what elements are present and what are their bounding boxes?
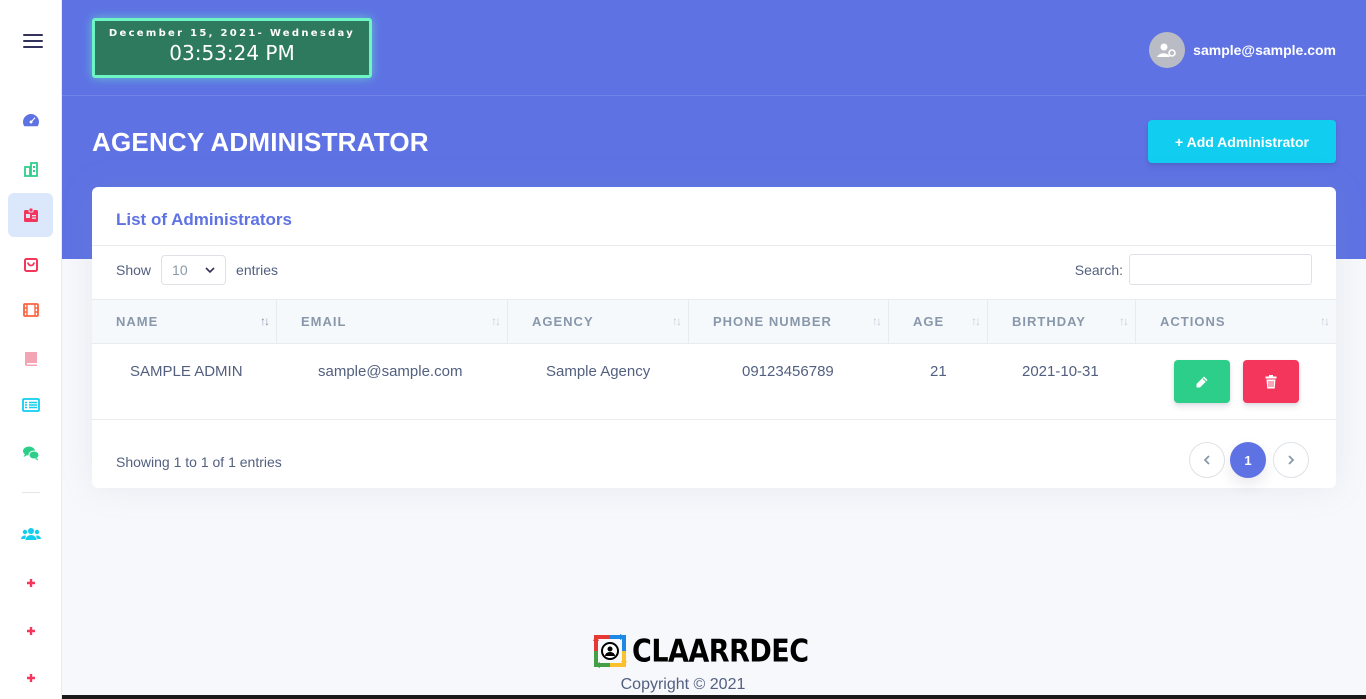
column-header-label: AGE xyxy=(913,314,945,329)
gauge-icon xyxy=(22,114,39,127)
table-row: SAMPLE ADMIN sample@sample.com Sample Ag… xyxy=(92,344,1336,420)
page-title: AGENCY ADMINISTRATOR xyxy=(92,127,429,157)
sidebar-item-dashboard[interactable] xyxy=(8,98,53,142)
sort-icon: ↑↓ xyxy=(1119,314,1129,328)
pagination-next[interactable] xyxy=(1273,442,1309,478)
sidebar-item-add-3[interactable] xyxy=(8,656,53,699)
cell-phone: 09123456789 xyxy=(742,363,834,380)
card-divider xyxy=(92,245,1336,246)
card-title: List of Administrators xyxy=(116,210,292,229)
column-header-label: EMAIL xyxy=(301,314,347,329)
column-header-agency[interactable]: AGENCY ↑↓ xyxy=(508,300,689,343)
column-header-label: AGENCY xyxy=(532,314,594,329)
clock-time: 03:53:24 PM xyxy=(169,41,295,65)
column-header-label: NAME xyxy=(116,314,159,329)
sidebar xyxy=(0,0,62,699)
user-email: sample@sample.com xyxy=(1193,42,1336,58)
search-label: Search: xyxy=(1074,261,1123,278)
cell-email: sample@sample.com xyxy=(318,363,463,380)
chevron-right-icon xyxy=(1288,455,1295,465)
pencil-icon xyxy=(1196,376,1208,387)
column-header-label: BIRTHDAY xyxy=(1012,314,1086,329)
table-info: Showing 1 to 1 of 1 entries xyxy=(116,454,282,470)
user-cog-icon xyxy=(1157,43,1176,57)
sidebar-item-add-1[interactable] xyxy=(8,561,53,605)
add-administrator-label: Add Administrator xyxy=(1186,133,1309,150)
id-card-icon xyxy=(23,207,38,222)
administrators-card: List of Administrators Show 10 entries S… xyxy=(92,187,1336,488)
sidebar-item-buildings[interactable] xyxy=(8,147,53,191)
trash-icon xyxy=(1265,374,1277,388)
plus-icon xyxy=(26,627,35,635)
plus-icon: + xyxy=(1175,133,1184,150)
search-control: Search: xyxy=(1075,254,1312,285)
user-menu[interactable]: sample@sample.com xyxy=(1149,32,1336,68)
search-input[interactable] xyxy=(1129,254,1312,285)
sort-icon: ↑↓ xyxy=(491,314,501,328)
avatar xyxy=(1149,32,1186,68)
column-header-actions[interactable]: ACTIONS ↑↓ xyxy=(1136,300,1336,343)
cell-agency: Sample Agency xyxy=(546,363,651,380)
column-header-age[interactable]: AGE ↑↓ xyxy=(889,300,988,343)
cell-age: 21 xyxy=(930,363,947,380)
entries-length-control: Show 10 entries xyxy=(116,255,278,285)
comments-icon xyxy=(22,446,39,461)
sort-icon: ↑↓ xyxy=(672,314,682,328)
entries-select-value: 10 xyxy=(172,262,188,278)
edit-button[interactable] xyxy=(1174,360,1230,403)
pagination-page[interactable]: 1 xyxy=(1230,442,1266,478)
column-header-label: ACTIONS xyxy=(1160,314,1226,329)
clock-widget: December 15, 2021- Wednesday 03:53:24 PM xyxy=(92,18,372,78)
shopping-bag-icon xyxy=(23,258,38,272)
claarrdec-logo: CLAARRDEC xyxy=(590,631,809,671)
sidebar-item-administrators[interactable] xyxy=(8,193,53,237)
sidebar-item-media[interactable] xyxy=(8,288,53,332)
show-label: Show xyxy=(116,262,152,278)
users-icon xyxy=(20,528,41,540)
column-header-name[interactable]: NAME ↑↓ xyxy=(92,300,277,343)
delete-button[interactable] xyxy=(1243,360,1299,403)
sidebar-item-users[interactable] xyxy=(8,512,53,556)
sort-icon: ↑↓ xyxy=(1320,314,1330,328)
menu-toggle-icon[interactable] xyxy=(23,34,43,48)
table-header: NAME ↑↓ EMAIL ↑↓ AGENCY ↑↓ PHONE NUMBER … xyxy=(92,299,1336,344)
plus-icon xyxy=(26,674,35,682)
header-divider xyxy=(62,95,1366,96)
sidebar-divider xyxy=(22,492,40,493)
copyright: Copyright © 2021 xyxy=(620,676,746,693)
entries-select[interactable]: 10 xyxy=(161,255,227,285)
cell-name: SAMPLE ADMIN xyxy=(130,363,243,380)
column-header-email[interactable]: EMAIL ↑↓ xyxy=(277,300,508,343)
column-header-label: PHONE NUMBER xyxy=(713,314,832,329)
sidebar-item-shop[interactable] xyxy=(8,243,53,287)
film-icon xyxy=(22,303,39,317)
list-icon xyxy=(21,398,40,412)
chevron-down-icon xyxy=(205,266,215,273)
sidebar-item-chat[interactable] xyxy=(8,431,53,475)
sidebar-item-add-2[interactable] xyxy=(8,609,53,653)
sort-icon: ↑↓ xyxy=(872,314,882,328)
claarrdec-emblem-icon xyxy=(593,634,627,668)
building-icon xyxy=(23,162,38,177)
entries-label: entries xyxy=(236,262,279,278)
book-icon xyxy=(24,352,37,366)
plus-icon xyxy=(26,579,35,587)
logo-brand-text: CLAARRDEC xyxy=(632,633,809,669)
sort-icon: ↑↓ xyxy=(971,314,981,328)
sidebar-item-book[interactable] xyxy=(8,337,53,381)
column-header-birthday[interactable]: BIRTHDAY ↑↓ xyxy=(988,300,1136,343)
pagination-previous[interactable] xyxy=(1189,442,1225,478)
window-bottom-edge xyxy=(0,695,1366,699)
cell-birthday: 2021-10-31 xyxy=(1022,363,1099,380)
add-administrator-button[interactable]: + Add Administrator xyxy=(1148,120,1336,163)
chevron-left-icon xyxy=(1203,455,1210,465)
sidebar-item-list[interactable] xyxy=(8,383,53,427)
column-header-phone-number[interactable]: PHONE NUMBER ↑↓ xyxy=(689,300,889,343)
clock-date: December 15, 2021- Wednesday xyxy=(108,28,356,39)
sort-asc-icon: ↑↓ xyxy=(260,314,270,328)
